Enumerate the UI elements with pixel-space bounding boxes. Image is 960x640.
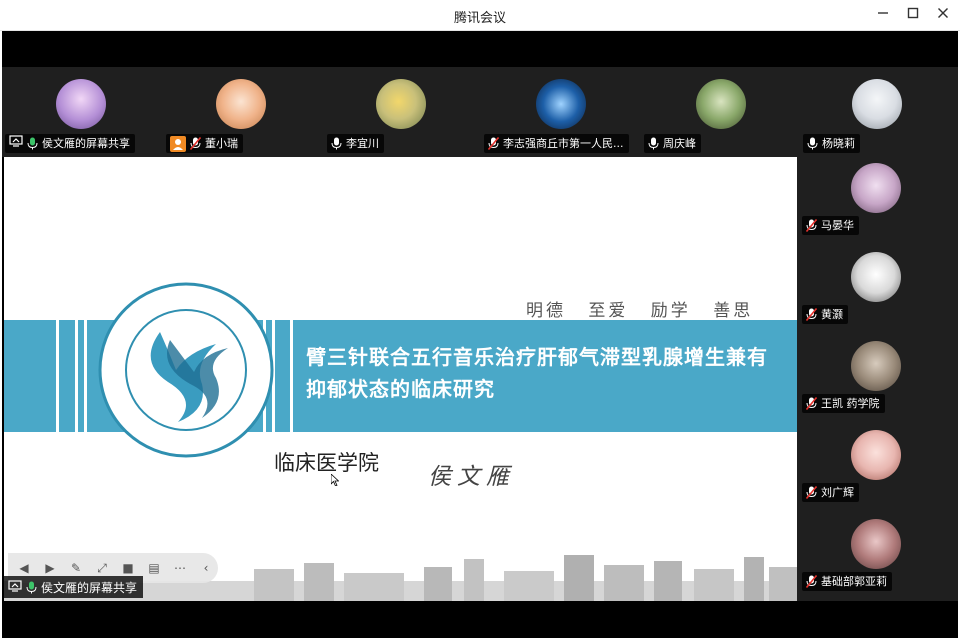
avatar: [696, 79, 746, 129]
participant-name-tag: 李宜川: [327, 134, 384, 153]
participant-tile[interactable]: 刘广辉: [797, 424, 958, 513]
maximize-icon[interactable]: [902, 5, 924, 25]
avatar: [56, 79, 106, 129]
band-stripe: [75, 320, 78, 432]
participant-video-bar: 侯文雁的屏幕共享 董小瑞 李宜川 李志强商丘市第一人民... 周庆峰 杨晓莉: [2, 67, 958, 157]
avatar: [376, 79, 426, 129]
screen-share-icon: [8, 579, 22, 595]
participant-tile[interactable]: 黄灏: [797, 246, 958, 335]
arrow-right-icon[interactable]: ▶: [40, 558, 60, 578]
mic-on-icon: [807, 137, 818, 150]
participant-name-tag: 杨晓莉: [803, 134, 860, 153]
participant-name: 李宜川: [346, 137, 379, 150]
band-stripe: [84, 320, 87, 432]
participant-name: 刘广辉: [821, 486, 854, 499]
band-stripe: [290, 320, 293, 432]
participant-side-column: 马晏华 黄灏 王凯 药学院 刘广辉 基础部郭亚莉: [797, 157, 958, 601]
avatar: [851, 163, 901, 213]
slide-author: 侯文雁: [428, 464, 515, 490]
person-icon: [170, 135, 186, 152]
participant-name-tag: 董小瑞: [166, 134, 243, 153]
mic-muted-icon: [806, 486, 817, 499]
mic-on-icon: [648, 137, 659, 150]
avatar: [536, 79, 586, 129]
participant-tile[interactable]: 马晏华: [797, 157, 958, 246]
participant-name: 基础部郭亚莉: [821, 575, 887, 588]
participant-name-tag: 王凯 药学院: [802, 394, 885, 413]
avatar: [216, 79, 266, 129]
video-icon[interactable]: ■: [118, 558, 138, 578]
mic-on-icon: [26, 581, 37, 594]
mouse-cursor-icon: [330, 471, 340, 487]
participant-tile[interactable]: 侯文雁的屏幕共享: [2, 67, 162, 157]
participant-tile[interactable]: 杨晓莉: [798, 67, 958, 157]
college-logo: [98, 282, 274, 458]
participant-name: 马晏华: [821, 219, 854, 232]
screen-icon[interactable]: ▤: [144, 558, 164, 578]
participant-name: 侯文雁的屏幕共享: [42, 137, 130, 150]
participant-name: 杨晓莉: [822, 137, 855, 150]
bottom-strip: [2, 601, 958, 638]
mic-muted-icon: [190, 137, 201, 150]
participant-name-tag: 李志强商丘市第一人民...: [484, 134, 629, 153]
slide-department: 临床医学院: [274, 451, 379, 475]
avatar: [851, 252, 901, 302]
shared-screen-slide: 明德 至爱 励学 善思 臂三针联合五行音乐治疗肝郁气滞型乳腺增生兼有抑郁状态的临…: [4, 157, 797, 601]
slide-motto: 明德 至爱 励学 善思: [526, 301, 754, 321]
title-bar: 腾讯会议: [0, 0, 960, 31]
meeting-area: 侯文雁的屏幕共享 董小瑞 李宜川 李志强商丘市第一人民... 周庆峰 杨晓莉 马…: [2, 31, 958, 638]
expand-icon[interactable]: ⤢: [92, 558, 112, 578]
close-icon[interactable]: [932, 5, 954, 25]
participant-name: 董小瑞: [205, 137, 238, 150]
participant-tile[interactable]: 李宜川: [322, 67, 482, 157]
mic-muted-icon: [806, 575, 817, 588]
mic-muted-icon: [488, 137, 499, 150]
participant-tile[interactable]: 基础部郭亚莉: [797, 513, 958, 602]
participant-name-tag: 侯文雁的屏幕共享: [5, 134, 135, 153]
band-stripe: [56, 320, 59, 432]
participant-tile[interactable]: 李志强商丘市第一人民...: [482, 67, 642, 157]
mic-muted-icon: [806, 397, 817, 410]
participant-name-tag: 马晏华: [802, 216, 859, 235]
participant-name: 王凯 药学院: [821, 397, 880, 410]
mic-muted-icon: [806, 219, 817, 232]
window-title: 腾讯会议: [453, 11, 506, 26]
screen-share-name-tag: 侯文雁的屏幕共享: [4, 576, 144, 598]
mic-muted-icon: [806, 308, 817, 321]
pen-icon[interactable]: ✎: [66, 558, 86, 578]
mic-on-icon: [27, 137, 38, 150]
top-strip: [2, 31, 958, 67]
participant-name-tag: 基础部郭亚莉: [802, 572, 892, 591]
screen-share-icon: [9, 134, 23, 153]
participant-name: 李志强商丘市第一人民...: [503, 137, 624, 150]
slide-title: 臂三针联合五行音乐治疗肝郁气滞型乳腺增生兼有抑郁状态的临床研究: [306, 345, 768, 401]
participant-tile[interactable]: 董小瑞: [162, 67, 322, 157]
avatar: [851, 430, 901, 480]
participant-name-tag: 黄灏: [802, 305, 848, 324]
participant-name-tag: 刘广辉: [802, 483, 859, 502]
participant-tile[interactable]: 王凯 药学院: [797, 335, 958, 424]
avatar: [852, 79, 902, 129]
screen-share-label: 侯文雁的屏幕共享: [41, 580, 138, 595]
collapse-icon[interactable]: ‹: [196, 558, 216, 578]
participant-name: 周庆峰: [663, 137, 696, 150]
avatar: [851, 519, 901, 569]
mic-on-icon: [331, 137, 342, 150]
arrow-left-icon[interactable]: ◀: [14, 558, 34, 578]
participant-tile[interactable]: 周庆峰: [642, 67, 802, 157]
minimize-icon[interactable]: [872, 5, 894, 25]
participant-name-tag: 周庆峰: [644, 134, 701, 153]
more-icon[interactable]: ⋯: [170, 558, 190, 578]
participant-name: 黄灏: [821, 308, 843, 321]
avatar: [851, 341, 901, 391]
